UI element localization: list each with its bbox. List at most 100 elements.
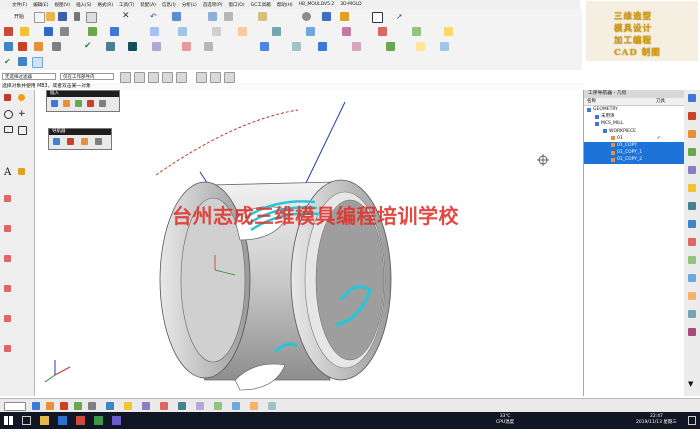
chamfer-icon[interactable] bbox=[178, 27, 187, 36]
clsf-icon[interactable] bbox=[440, 42, 449, 51]
snap-tan-icon[interactable] bbox=[196, 72, 207, 83]
bottom-tool-8-icon[interactable] bbox=[142, 402, 150, 410]
list-icon[interactable] bbox=[204, 42, 213, 51]
taskbar-app-5-icon[interactable] bbox=[112, 416, 121, 425]
manufacturing-wizard-icon[interactable] bbox=[688, 292, 696, 300]
display-icon[interactable] bbox=[318, 42, 327, 51]
windows-start-icon[interactable] bbox=[4, 416, 13, 425]
create-tool-icon[interactable] bbox=[18, 42, 27, 51]
navigator-row[interactable]: 01_COPY_1 bbox=[584, 149, 684, 157]
pattern-icon[interactable] bbox=[306, 27, 315, 36]
history-icon[interactable] bbox=[688, 166, 696, 174]
insert-tool-3-icon[interactable] bbox=[75, 100, 82, 107]
arc-icon[interactable] bbox=[18, 94, 25, 101]
insert-tool-1-icon[interactable] bbox=[51, 100, 58, 107]
curve-tool-6-icon[interactable] bbox=[4, 345, 11, 352]
insert-toolbar-window[interactable]: 插入 bbox=[46, 90, 120, 112]
snap-int-icon[interactable] bbox=[210, 72, 221, 83]
ops-nav-icon[interactable] bbox=[688, 184, 696, 192]
snap-point-icon[interactable] bbox=[120, 72, 131, 83]
program-view-icon[interactable] bbox=[53, 138, 60, 145]
snap-center-icon[interactable] bbox=[162, 72, 173, 83]
fillet-icon[interactable] bbox=[18, 168, 25, 175]
taskbar-app-3-icon[interactable] bbox=[76, 416, 85, 425]
save-icon[interactable] bbox=[58, 12, 67, 21]
bottom-tool-13-icon[interactable] bbox=[232, 402, 240, 410]
cut-icon[interactable] bbox=[74, 12, 80, 21]
create-program-icon[interactable] bbox=[4, 42, 13, 51]
revolve-icon[interactable] bbox=[60, 27, 69, 36]
curve-tool-2-icon[interactable] bbox=[4, 225, 11, 232]
column-name-header[interactable]: 名称 bbox=[587, 98, 596, 105]
circle-icon[interactable] bbox=[4, 110, 13, 119]
sphere-icon[interactable] bbox=[302, 12, 311, 21]
feed-icon[interactable] bbox=[292, 42, 301, 51]
ipw-icon[interactable] bbox=[352, 42, 361, 51]
hole-icon[interactable] bbox=[88, 27, 97, 36]
menu-item[interactable]: 插入(S) bbox=[76, 2, 91, 8]
mirror-icon[interactable] bbox=[342, 27, 351, 36]
trim-icon[interactable] bbox=[238, 27, 247, 36]
column-tool-header[interactable]: 刀具 bbox=[656, 98, 665, 105]
bottom-tool-5-icon[interactable] bbox=[88, 402, 96, 410]
bottom-tool-2-icon[interactable] bbox=[46, 402, 54, 410]
start-menu-button[interactable]: 开始 bbox=[14, 13, 24, 20]
undo-icon[interactable]: ↶ bbox=[150, 12, 159, 21]
drill-icon[interactable] bbox=[32, 57, 43, 68]
navigator-row[interactable]: 未用项 bbox=[584, 113, 684, 120]
part-nav-icon[interactable] bbox=[688, 130, 696, 138]
method-view-icon[interactable] bbox=[95, 138, 102, 145]
verify-icon[interactable] bbox=[106, 42, 115, 51]
roles-icon[interactable] bbox=[688, 202, 696, 210]
new-file-icon[interactable] bbox=[34, 12, 45, 23]
offset-icon[interactable] bbox=[272, 27, 281, 36]
reuse-library-icon[interactable] bbox=[688, 148, 696, 156]
bottom-tool-1-icon[interactable] bbox=[32, 402, 40, 410]
snap-on-icon[interactable] bbox=[224, 72, 235, 83]
menu-item[interactable]: 首选项(P) bbox=[203, 2, 223, 8]
menu-item[interactable]: 视图(V) bbox=[54, 2, 70, 8]
navigator-row[interactable]: 01 ✔ bbox=[584, 135, 684, 142]
insert-tool-4-icon[interactable] bbox=[87, 100, 94, 107]
render-icon[interactable] bbox=[224, 12, 233, 21]
graphics-window[interactable] bbox=[35, 90, 583, 396]
shell-icon[interactable] bbox=[212, 27, 221, 36]
flag-icon[interactable] bbox=[340, 12, 349, 21]
bottom-combo[interactable] bbox=[4, 402, 26, 411]
replay-icon[interactable] bbox=[182, 42, 191, 51]
menu-item[interactable]: HB_MOULDV5.2 bbox=[299, 2, 335, 7]
insert-tool-5-icon[interactable] bbox=[99, 100, 106, 107]
snap-end-icon[interactable] bbox=[134, 72, 145, 83]
bottom-tool-14-icon[interactable] bbox=[250, 402, 258, 410]
point-icon[interactable] bbox=[20, 27, 29, 36]
bottom-tool-10-icon[interactable] bbox=[178, 402, 186, 410]
bottom-tool-9-icon[interactable] bbox=[160, 402, 168, 410]
view-cube-icon[interactable] bbox=[172, 12, 181, 21]
text-icon[interactable]: A bbox=[4, 168, 13, 178]
extrude-icon[interactable] bbox=[44, 27, 53, 36]
menu-item[interactable]: 信息(I) bbox=[162, 2, 176, 8]
rectangle-icon[interactable] bbox=[4, 126, 13, 133]
postprocess-icon[interactable] bbox=[128, 42, 137, 51]
navigator-row[interactable]: MCS_MILL bbox=[584, 120, 684, 127]
bottom-tool-3-icon[interactable] bbox=[60, 402, 68, 410]
menu-item[interactable]: 分析(L) bbox=[182, 2, 197, 8]
snap-mid-icon[interactable] bbox=[148, 72, 159, 83]
navigator-row[interactable]: GEOMETRY bbox=[584, 106, 684, 113]
sketch-icon[interactable] bbox=[4, 27, 13, 36]
curve-tool-5-icon[interactable] bbox=[4, 315, 11, 322]
assembly-nav-icon[interactable] bbox=[688, 94, 696, 102]
plus-icon[interactable]: + bbox=[18, 110, 27, 119]
copy-icon[interactable] bbox=[86, 12, 97, 23]
menu-item[interactable]: 工具(T) bbox=[119, 2, 134, 8]
machine-tool-nav-icon[interactable] bbox=[688, 328, 696, 336]
menu-item[interactable]: 帮助(H) bbox=[277, 2, 293, 8]
palette-icon[interactable] bbox=[688, 238, 696, 246]
line-icon[interactable] bbox=[4, 94, 11, 101]
navigator-row[interactable]: WORKPIECE bbox=[584, 128, 684, 135]
geometry-view-icon[interactable] bbox=[81, 138, 88, 145]
layer-icon[interactable] bbox=[258, 12, 267, 21]
delete-icon[interactable]: ✕ bbox=[122, 12, 131, 21]
polygon-icon[interactable] bbox=[18, 126, 27, 135]
simulate-icon[interactable] bbox=[386, 42, 395, 51]
